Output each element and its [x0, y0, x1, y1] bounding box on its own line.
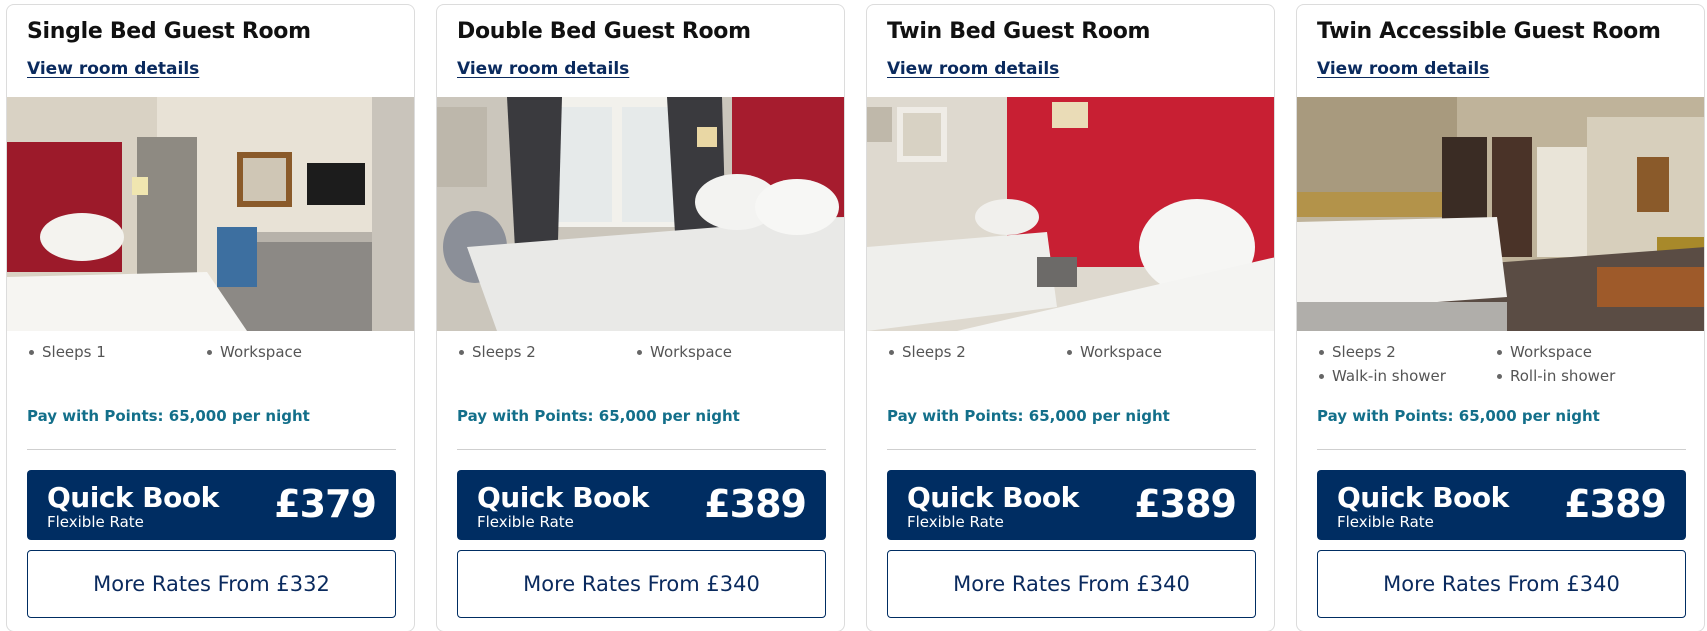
- points-price: Pay with Points: 65,000 per night: [457, 407, 740, 425]
- room-card-list: Single Bed Guest Room View room details: [0, 0, 1707, 631]
- more-rates-button[interactable]: More Rates From £340: [1317, 550, 1686, 618]
- more-rates-button[interactable]: More Rates From £332: [27, 550, 396, 618]
- quick-book-price: £389: [1564, 482, 1667, 526]
- divider: [1317, 449, 1686, 450]
- quick-book-price: £379: [274, 482, 377, 526]
- amenity-list: Sleeps 2 Workspace: [457, 343, 827, 361]
- quick-book-label: Quick Book: [477, 481, 649, 514]
- amenity-list: Sleeps 1 Workspace: [27, 343, 397, 361]
- quick-book-button[interactable]: Quick Book Flexible Rate £379: [27, 470, 396, 540]
- room-title: Double Bed Guest Room: [457, 19, 751, 44]
- view-room-details-link[interactable]: View room details: [1317, 59, 1489, 79]
- quick-book-button[interactable]: Quick Book Flexible Rate £389: [1317, 470, 1686, 540]
- quick-book-price: £389: [1134, 482, 1237, 526]
- room-card: Twin Bed Guest Room View room details Sl…: [866, 4, 1275, 631]
- room-photo[interactable]: [867, 97, 1274, 331]
- points-price: Pay with Points: 65,000 per night: [887, 407, 1170, 425]
- amenity-item: Workspace: [1495, 343, 1673, 361]
- quick-book-label: Quick Book: [1337, 481, 1509, 514]
- quick-book-price: £389: [704, 482, 807, 526]
- amenity-item: Sleeps 1: [27, 343, 205, 361]
- quick-book-label: Quick Book: [47, 481, 219, 514]
- room-card: Single Bed Guest Room View room details: [6, 4, 415, 631]
- divider: [27, 449, 396, 450]
- quick-book-button[interactable]: Quick Book Flexible Rate £389: [457, 470, 826, 540]
- room-photo-illustration: [867, 97, 1274, 331]
- amenity-item: Workspace: [635, 343, 813, 361]
- amenity-item: Sleeps 2: [887, 343, 1065, 361]
- room-title: Twin Bed Guest Room: [887, 19, 1151, 44]
- amenity-item: Roll-in shower: [1495, 367, 1673, 385]
- amenity-item: Workspace: [1065, 343, 1243, 361]
- quick-book-button[interactable]: Quick Book Flexible Rate £389: [887, 470, 1256, 540]
- room-photo-illustration: [7, 97, 414, 331]
- room-title: Twin Accessible Guest Room: [1317, 19, 1661, 44]
- amenity-item: Sleeps 2: [457, 343, 635, 361]
- view-room-details-link[interactable]: View room details: [887, 59, 1059, 79]
- amenity-list: Sleeps 2 Workspace: [887, 343, 1257, 361]
- more-rates-button[interactable]: More Rates From £340: [457, 550, 826, 618]
- amenity-item: Walk-in shower: [1317, 367, 1495, 385]
- room-photo[interactable]: [7, 97, 414, 331]
- room-photo-illustration: [1297, 97, 1704, 331]
- rate-type: Flexible Rate: [907, 513, 1004, 531]
- amenity-item: Workspace: [205, 343, 383, 361]
- rate-type: Flexible Rate: [47, 513, 144, 531]
- divider: [887, 449, 1256, 450]
- points-price: Pay with Points: 65,000 per night: [1317, 407, 1600, 425]
- room-card: Twin Accessible Guest Room View room det…: [1296, 4, 1705, 631]
- quick-book-label: Quick Book: [907, 481, 1079, 514]
- amenity-item: Sleeps 2: [1317, 343, 1495, 361]
- view-room-details-link[interactable]: View room details: [27, 59, 199, 79]
- room-card: Double Bed Guest Room View room details …: [436, 4, 845, 631]
- room-photo[interactable]: [1297, 97, 1704, 331]
- amenity-list: Sleeps 2 Workspace Walk-in shower Roll-i…: [1317, 343, 1687, 385]
- points-price: Pay with Points: 65,000 per night: [27, 407, 310, 425]
- more-rates-button[interactable]: More Rates From £340: [887, 550, 1256, 618]
- room-photo-illustration: [437, 97, 844, 331]
- room-photo[interactable]: [437, 97, 844, 331]
- view-room-details-link[interactable]: View room details: [457, 59, 629, 79]
- room-title: Single Bed Guest Room: [27, 19, 311, 44]
- rate-type: Flexible Rate: [1337, 513, 1434, 531]
- divider: [457, 449, 826, 450]
- rate-type: Flexible Rate: [477, 513, 574, 531]
